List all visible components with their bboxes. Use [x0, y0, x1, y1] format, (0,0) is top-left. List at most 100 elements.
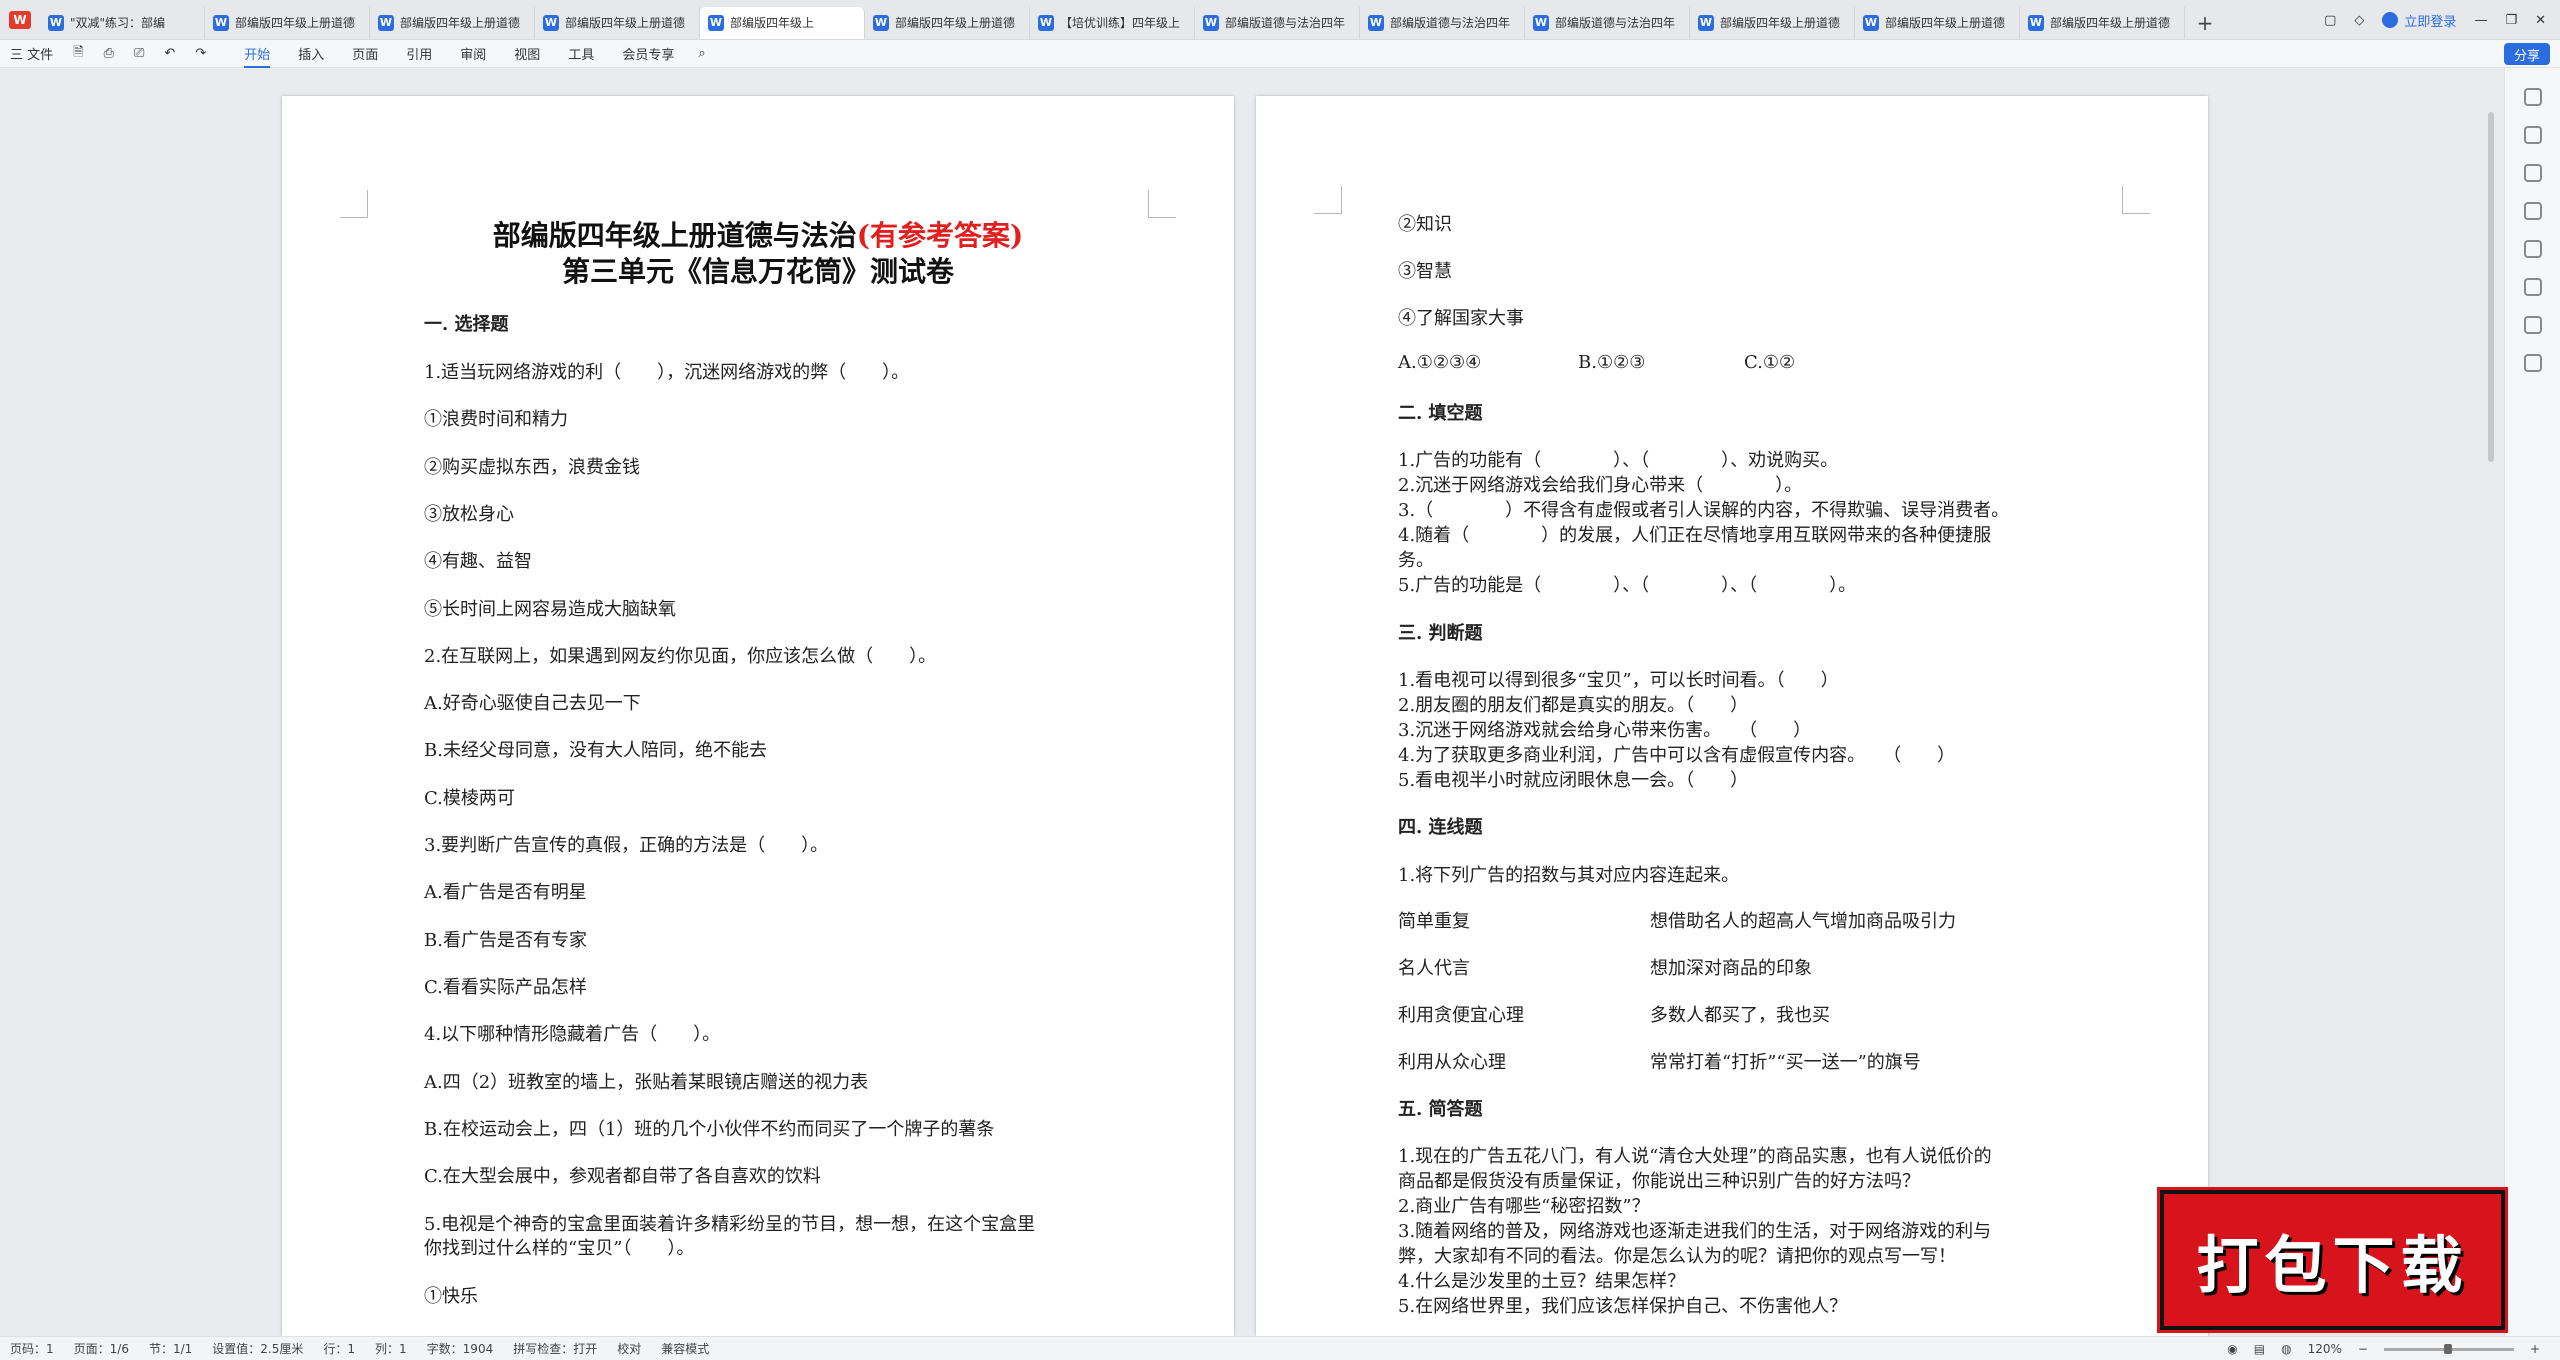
print-icon[interactable]: ⎚ — [124, 40, 154, 68]
menu-tab-7[interactable]: 会员专享 — [608, 40, 688, 68]
save-icon[interactable]: 🗎 — [63, 40, 93, 68]
status-item: 兼容模式 — [661, 1342, 710, 1356]
tab-1[interactable]: W 部编版四年级上册道德 — [205, 6, 370, 39]
fill-question: 务。 — [1398, 550, 1434, 571]
tab-label: 部编版四年级上册道德 — [235, 16, 356, 30]
document-subtitle: 第三单元《信息万花筒》测试卷 — [561, 255, 954, 288]
answer-option: C.①② — [1744, 352, 1796, 373]
margin-corner — [1314, 186, 1342, 214]
document-page-1[interactable]: 部编版四年级上册道德与法治(有参考答案) 第三单元《信息万花筒》测试卷 一. 选… — [282, 96, 1234, 1336]
close-icon[interactable]: ✕ — [2535, 13, 2546, 28]
tab-9[interactable]: W 部编版道德与法治四年 — [1525, 6, 1690, 39]
help-icon[interactable] — [2523, 316, 2542, 334]
minimize-icon[interactable]: — — [2474, 13, 2487, 28]
short-answer-question: 弊，大家却有不同的看法。你是怎么认为的呢？请把你的观点写一写！ — [1398, 1246, 1956, 1267]
tab-4[interactable]: W 部编版四年级上 — [700, 6, 865, 39]
option-text: ②知识 — [1398, 214, 1452, 235]
menu-tab-5[interactable]: 视图 — [500, 40, 554, 68]
format-icon[interactable] — [2523, 202, 2542, 220]
question-line: A.看广告是否有明星 — [424, 882, 587, 904]
undo-icon[interactable]: ↶ — [154, 40, 185, 68]
tab-11[interactable]: W 部编版四年级上册道德 — [1855, 6, 2020, 39]
word-doc-icon: W — [1368, 14, 1384, 31]
zoom-level[interactable]: 120% — [2308, 1342, 2342, 1356]
skin-icon[interactable]: ◇ — [2354, 13, 2364, 28]
fill-question: 2.沉迷于网络游戏会给我们身心带来（ ）。 — [1398, 475, 1803, 496]
tab-label: 部编版道德与法治四年 — [1390, 16, 1511, 30]
status-item: 校对 — [617, 1342, 642, 1356]
tools-icon[interactable] — [2523, 240, 2542, 258]
web-view-icon[interactable]: ◍ — [2281, 1342, 2291, 1356]
zoom-out-icon[interactable]: − — [2358, 1342, 2368, 1356]
wps-logo-icon[interactable]: W — [0, 0, 40, 40]
section-heading: 一. 选择题 — [424, 314, 509, 335]
match-intro: 1.将下列广告的招数与其对应内容连起来。 — [1398, 865, 1740, 886]
select-icon[interactable] — [2523, 126, 2542, 144]
menu-tab-1[interactable]: 插入 — [284, 40, 338, 68]
tab-label: 部编版四年级上册道德 — [1885, 16, 2006, 30]
layout-icon[interactable]: ▢ — [2324, 13, 2336, 28]
tab-0[interactable]: W "双减"练习：部编 — [40, 6, 205, 39]
tab-7[interactable]: W 部编版道德与法治四年 — [1195, 6, 1360, 39]
tab-6[interactable]: W 【培优训练】四年级上 — [1030, 6, 1195, 39]
tab-3[interactable]: W 部编版四年级上册道德 — [535, 6, 700, 39]
match-left-item: 名人代言 — [1398, 958, 1470, 979]
shirt-icon[interactable] — [2523, 278, 2542, 296]
status-item: 页码：1 — [10, 1342, 54, 1356]
question-line: C.在大型会展中，参观者都自带了各自喜欢的饮料 — [424, 1166, 821, 1188]
menu-tab-3[interactable]: 引用 — [392, 40, 446, 68]
tab-5[interactable]: W 部编版四年级上册道德 — [865, 6, 1030, 39]
search-icon[interactable]: ⌕ — [688, 40, 715, 68]
eye-icon[interactable]: ◉ — [2227, 1342, 2237, 1356]
document-title: 部编版四年级上册道德与法治(有参考答案) — [492, 219, 1024, 252]
question-line: ⑤长时间上网容易造成大脑缺氧 — [424, 598, 676, 620]
export-pdf-icon[interactable]: ⎙ — [94, 40, 124, 68]
tab-label: 部编版四年级上册道德 — [565, 16, 686, 30]
download-banner[interactable]: 打包下载 — [2160, 1190, 2505, 1330]
option-text: ③智慧 — [1398, 261, 1452, 282]
tab-12[interactable]: W 部编版四年级上册道德 — [2020, 6, 2185, 39]
more-icon[interactable] — [2523, 354, 2542, 372]
answer-option: A.①②③④ — [1398, 352, 1482, 373]
question-line: B.看广告是否有专家 — [424, 929, 587, 951]
tab-label: 部编版四年级上册道德 — [895, 16, 1016, 30]
option-text: ①快乐 — [424, 1286, 478, 1307]
vertical-scrollbar[interactable] — [2488, 112, 2494, 462]
tab-8[interactable]: W 部编版道德与法治四年 — [1360, 6, 1525, 39]
word-doc-icon: W — [48, 14, 64, 31]
fill-question: 5.广告的功能是（ ）、（ ）、（ ）。 — [1398, 575, 1857, 596]
settings-icon[interactable] — [2523, 164, 2542, 182]
restore-icon[interactable]: ❐ — [2505, 13, 2517, 28]
match-right-item: 常常打着“打折”“买一送一”的旗号 — [1650, 1052, 1921, 1073]
avatar-icon — [2382, 12, 2399, 28]
zoom-slider[interactable] — [2383, 1343, 2514, 1354]
status-item: 字数：1904 — [426, 1342, 494, 1356]
tab-label: 部编版四年级上册道德 — [1720, 16, 1841, 30]
status-item: 页面：1/6 — [73, 1342, 129, 1356]
new-tab-button[interactable]: + — [2185, 7, 2225, 39]
option-text: ④了解国家大事 — [1398, 308, 1524, 329]
page-view-icon[interactable]: ▤ — [2254, 1342, 2265, 1356]
document-page-2[interactable]: ②知识 ③智慧 ④了解国家大事 A.①②③④ B.①②③ C.①② 二. 填空题 1.广告的功… — [1256, 96, 2208, 1336]
share-button[interactable]: 分享 — [2503, 43, 2550, 65]
fill-question: 3.（ ）不得含有虚假或者引人误解的内容，不得欺骗、误导消费者。 — [1398, 500, 2010, 521]
menu-tab-4[interactable]: 审阅 — [446, 40, 500, 68]
edit-icon[interactable] — [2523, 88, 2542, 106]
judge-question: 2.朋友圈的朋友们都是真实的朋友。（ ） — [1398, 695, 1749, 716]
redo-icon[interactable]: ↷ — [185, 40, 216, 68]
short-answer-question: 2.商业广告有哪些“秘密招数”？ — [1398, 1196, 1650, 1217]
match-left-item: 利用从众心理 — [1398, 1052, 1506, 1073]
tab-2[interactable]: W 部编版四年级上册道德 — [370, 6, 535, 39]
question-text: 5.电视是个神奇的宝盒里面装着许多精彩纷呈的节目，想一想，在这个宝盒里 — [424, 1214, 1036, 1235]
zoom-in-icon[interactable]: + — [2530, 1342, 2540, 1356]
tab-label: 部编版道德与法治四年 — [1555, 16, 1676, 30]
status-item[interactable]: 拼写检查：打开 — [503, 1340, 607, 1357]
tab-10[interactable]: W 部编版四年级上册道德 — [1690, 6, 1855, 39]
login-button[interactable]: 立即登录 — [2382, 11, 2456, 30]
menu-tab-0[interactable]: 开始 — [230, 40, 284, 68]
menu-tab-2[interactable]: 页面 — [338, 40, 392, 68]
question-line: ②购买虚拟东西，浪费金钱 — [424, 456, 640, 478]
file-menu[interactable]: 三 文件 — [0, 40, 63, 68]
word-doc-icon: W — [378, 14, 394, 31]
menu-tab-6[interactable]: 工具 — [554, 40, 608, 68]
